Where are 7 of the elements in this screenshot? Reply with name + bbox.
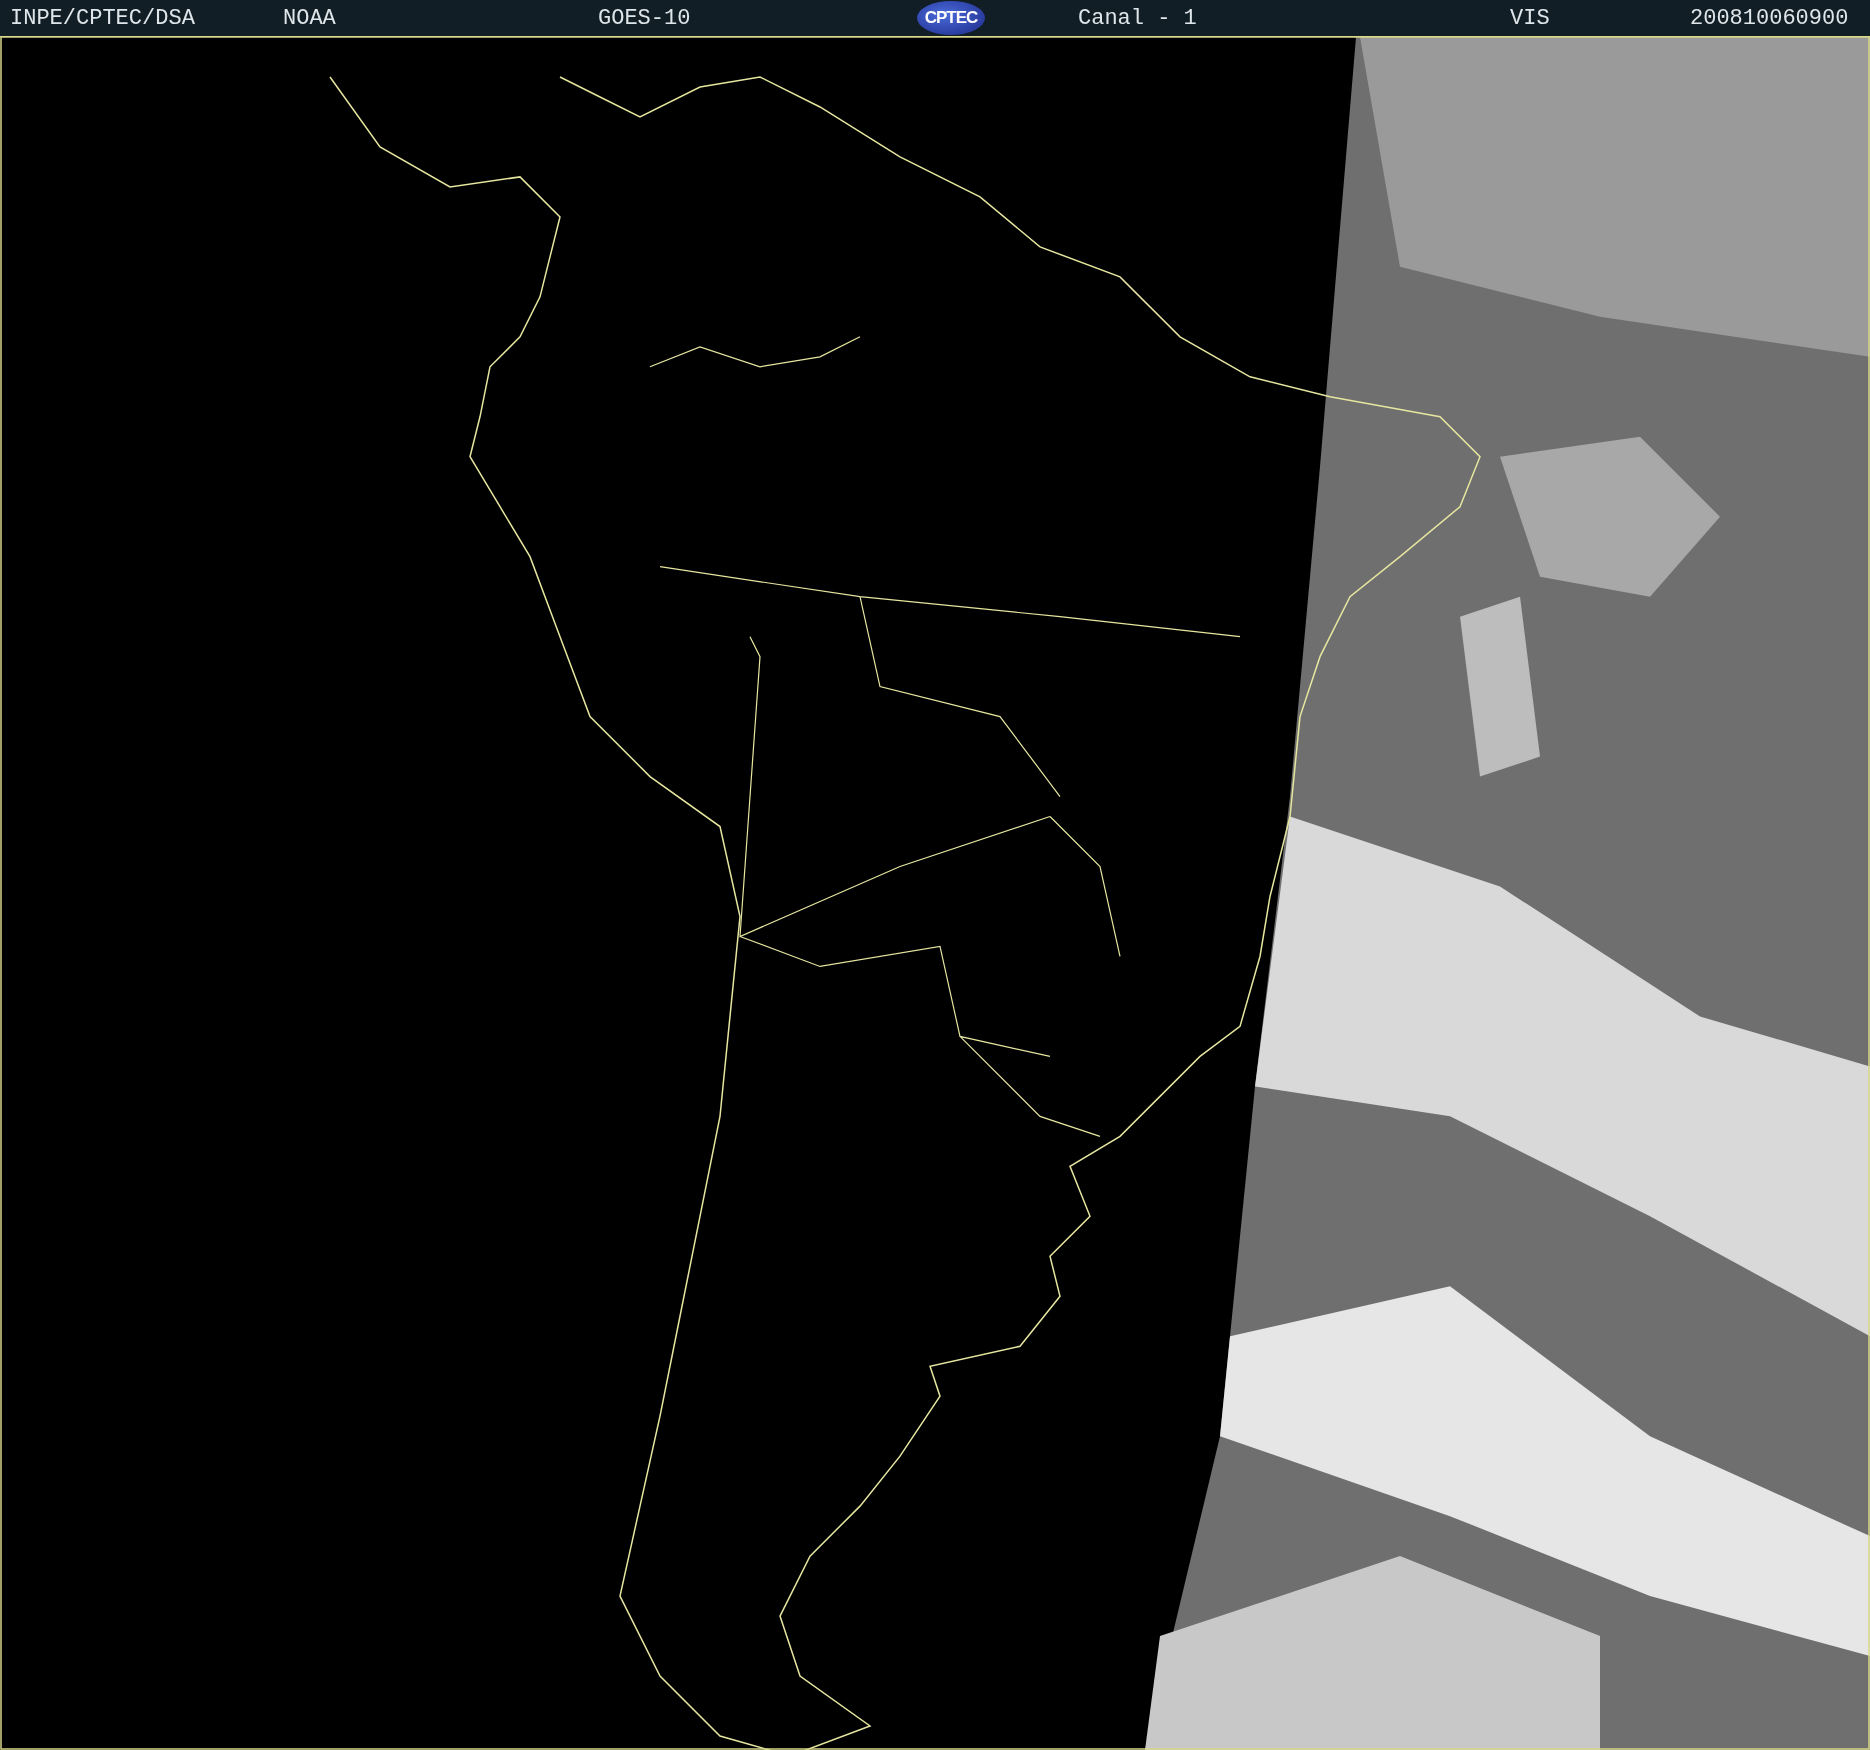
header-label: VIS bbox=[1510, 5, 1550, 31]
header-label: INPE/CPTEC/DSA bbox=[10, 5, 195, 31]
logo: CPTEC bbox=[917, 1, 985, 35]
header-label: Canal - 1 bbox=[1078, 5, 1197, 31]
header-label: 200810060900 bbox=[1690, 5, 1849, 31]
header-label: NOAA bbox=[283, 5, 336, 31]
header-label: GOES-10 bbox=[598, 5, 691, 31]
